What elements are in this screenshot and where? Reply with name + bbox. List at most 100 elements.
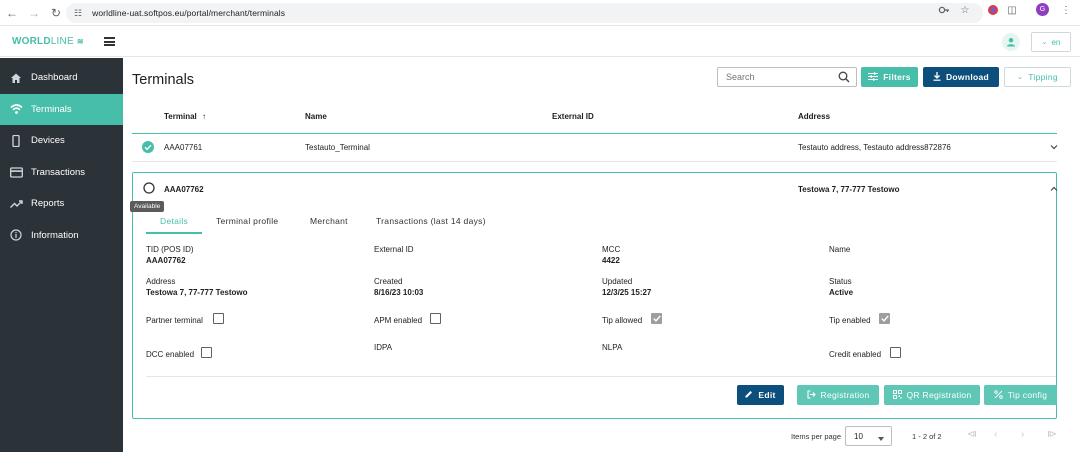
first-page-icon[interactable]: ⧏ xyxy=(967,429,977,440)
tab-transactions[interactable]: Transactions (last 14 days) xyxy=(376,216,486,226)
search-field[interactable] xyxy=(717,67,857,87)
credit-enabled-label: Credit enabled xyxy=(829,350,882,359)
mcc-label: MCC xyxy=(602,245,621,254)
sidebar-item-information[interactable]: Information xyxy=(0,220,123,252)
next-page-icon[interactable]: › xyxy=(1021,429,1024,440)
arrow-up-icon: ↑ xyxy=(201,112,206,121)
worldline-logo[interactable]: WORLDLINE ≋ xyxy=(12,36,84,47)
menu-toggle-icon[interactable] xyxy=(104,37,115,46)
login-icon xyxy=(806,389,816,401)
sidebar-item-transactions[interactable]: Transactions xyxy=(0,157,123,189)
tab-terminal-profile[interactable]: Terminal profile xyxy=(216,216,278,226)
previous-page-icon[interactable]: ‹ xyxy=(994,429,997,440)
qr-registration-label: QR Registration xyxy=(906,390,972,400)
tip-config-button[interactable]: Tip config xyxy=(984,385,1057,405)
language-label: en xyxy=(1051,37,1061,47)
tip-enabled-label: Tip enabled xyxy=(829,316,871,325)
external-id-label: External ID xyxy=(374,245,414,254)
star-icon[interactable]: ☆ xyxy=(959,4,971,16)
qr-registration-button[interactable]: QR Registration xyxy=(884,385,980,405)
partner-terminal-checkbox[interactable] xyxy=(213,313,224,324)
chevron-down-icon[interactable] xyxy=(1050,142,1058,152)
browser-toolbar: ← → ↻ ☷ worldline-uat.softpos.eu/portal/… xyxy=(0,0,1080,26)
items-per-page-select[interactable]: 10 xyxy=(845,426,892,446)
download-label: Download xyxy=(945,72,989,82)
column-header-external-id[interactable]: External ID xyxy=(552,112,594,121)
status-tooltip: Available xyxy=(130,201,165,212)
extension-colorful-icon[interactable] xyxy=(987,4,999,16)
sidebar-item-label: Terminals xyxy=(31,103,72,115)
column-header-terminal[interactable]: Terminal ↑ xyxy=(164,112,206,121)
user-avatar-icon[interactable] xyxy=(1002,33,1020,51)
created-value: 8/16/23 10:03 xyxy=(374,288,424,297)
tip-enabled-checkbox[interactable] xyxy=(879,313,890,324)
terminal-name: Testauto_Terminal xyxy=(305,143,370,152)
table-row[interactable]: AAA07761 Testauto_Terminal Testauto addr… xyxy=(132,135,1058,162)
tipping-button[interactable]: ⌄ Tipping xyxy=(1004,67,1071,87)
radio-unchecked-icon[interactable] xyxy=(143,182,155,196)
key-icon[interactable] xyxy=(938,4,950,16)
chevron-down-icon: ⌄ xyxy=(1017,74,1024,81)
back-icon[interactable]: ← xyxy=(2,3,22,23)
address-value: Testowa 7, 77-777 Testowo xyxy=(146,288,248,297)
checkmark-icon xyxy=(652,315,661,322)
registration-button[interactable]: Registration xyxy=(797,385,879,405)
forward-icon[interactable]: → xyxy=(24,3,44,23)
sidebar-item-label: Reports xyxy=(31,198,65,210)
sidebar-item-label: Devices xyxy=(31,135,65,147)
tipping-label: Tipping xyxy=(1028,72,1058,82)
address-bar[interactable]: ☷ worldline-uat.softpos.eu/portal/mercha… xyxy=(66,3,983,23)
tip-allowed-checkbox[interactable] xyxy=(651,313,662,324)
updated-value: 12/3/25 15:27 xyxy=(602,288,652,297)
terminal-id: AAA07761 xyxy=(164,143,203,152)
sidebar-item-dashboard[interactable]: Dashboard xyxy=(0,62,123,94)
tab-merchant[interactable]: Merchant xyxy=(310,216,348,226)
status-label: Status xyxy=(829,277,852,286)
dcc-enabled-checkbox[interactable] xyxy=(201,347,212,358)
tab-details[interactable]: Details xyxy=(160,216,188,226)
idpa-label: IDPA xyxy=(374,343,393,352)
puzzle-icon[interactable]: ◫ xyxy=(1006,4,1018,16)
kebab-menu-icon[interactable]: ⋮ xyxy=(1060,4,1072,16)
sidebar-item-reports[interactable]: Reports xyxy=(0,188,123,220)
dropdown-arrow-icon xyxy=(878,434,884,443)
pagination-range: 1 - 2 of 2 xyxy=(912,432,942,441)
check-circle-icon xyxy=(142,141,154,155)
page-title: Terminals xyxy=(132,72,195,88)
app-header: WORLDLINE ≋ ⌄ en xyxy=(0,27,1080,57)
credit-enabled-checkbox[interactable] xyxy=(890,347,901,358)
site-info-icon[interactable]: ☷ xyxy=(74,8,82,19)
profile-avatar[interactable]: G xyxy=(1036,3,1049,16)
column-header-address[interactable]: Address xyxy=(798,112,830,121)
column-label: Terminal xyxy=(164,112,197,121)
qr-code-icon xyxy=(892,389,902,401)
apm-enabled-checkbox[interactable] xyxy=(430,313,441,324)
download-button[interactable]: Download xyxy=(923,67,999,87)
search-input[interactable] xyxy=(718,68,828,86)
sidebar-item-devices[interactable]: Devices xyxy=(0,125,123,157)
actions-divider xyxy=(146,376,1056,377)
nlpa-label: NLPA xyxy=(602,343,623,352)
chevron-up-icon[interactable] xyxy=(1050,184,1058,194)
name-label: Name xyxy=(829,245,851,254)
dcc-enabled-label: DCC enabled xyxy=(146,350,195,359)
sidebar: Dashboard Terminals Devices Transactions… xyxy=(0,58,123,452)
status-value: Active xyxy=(829,288,854,297)
items-per-page-label: Items per page xyxy=(791,432,842,441)
reload-icon[interactable]: ↻ xyxy=(46,3,66,23)
search-icon[interactable] xyxy=(838,71,850,85)
active-tab-indicator xyxy=(146,232,202,234)
edit-button[interactable]: Edit xyxy=(737,385,784,405)
last-page-icon[interactable]: ⧐ xyxy=(1047,429,1057,440)
chevron-down-icon: ⌄ xyxy=(1041,39,1048,46)
sidebar-item-terminals[interactable]: Terminals xyxy=(0,93,123,125)
logo-waves-icon: ≋ xyxy=(76,37,84,46)
percent-icon xyxy=(993,389,1003,401)
terminal-address: Testauto address, Testauto address872876 xyxy=(798,143,951,152)
logo-text-bold: WORLD xyxy=(12,36,51,47)
language-selector[interactable]: ⌄ en xyxy=(1031,32,1071,52)
tune-icon xyxy=(868,71,879,83)
filters-button[interactable]: Filters xyxy=(861,67,918,87)
created-label: Created xyxy=(374,277,403,286)
column-header-name[interactable]: Name xyxy=(305,112,327,121)
